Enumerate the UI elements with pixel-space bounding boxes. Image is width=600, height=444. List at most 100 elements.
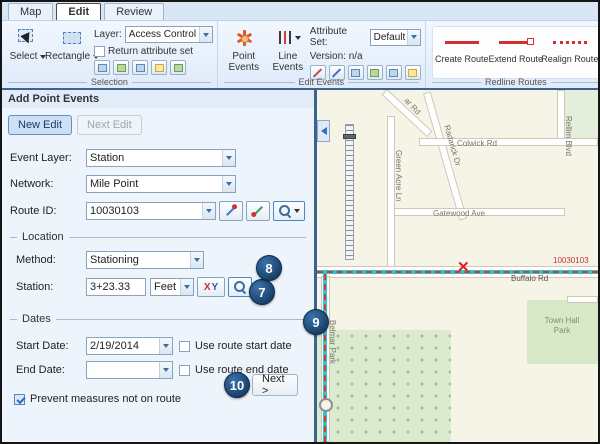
selection-toolbar-button[interactable] [113,60,129,75]
panel-title: Add Point Events [2,90,314,108]
edit-events-tool-icon [389,69,398,77]
edit-events-tool-icon [351,69,360,77]
route-id-combo[interactable]: 10030103 [86,202,216,220]
select-tool-button[interactable]: Select [6,24,50,75]
selection-toolbar-button[interactable] [170,60,186,75]
use-route-end-date-checkbox[interactable] [179,365,190,376]
street-label: Buffalo Rd [511,274,548,283]
layer-select-value: Access Control [129,29,199,40]
create-route-icon [445,30,479,54]
redline-group-label: Redline Routes [432,77,600,87]
street-label: Colwick Rd [457,139,497,148]
selection-group-label: Selection [8,77,211,87]
end-date-input[interactable] [87,362,159,378]
edit-events-tool-icon [370,69,379,77]
units-select[interactable]: Feet [150,278,194,296]
realign-route-button[interactable]: Realign Route [545,30,595,75]
event-layer-label: Event Layer: [10,152,86,164]
park-area [317,330,451,442]
rectangle-tool-button[interactable]: Rectangle [50,24,94,75]
method-label: Method: [16,254,86,266]
rectangle-tool-icon [59,25,85,51]
redline-route-overlay [324,274,326,442]
network-select[interactable]: Mile Point [86,175,236,193]
route-number-label: 10030103 [553,256,589,265]
callout-7: 7 [249,279,275,305]
use-route-start-date-label: Use route start date [195,340,292,352]
point-events-button[interactable]: Point Events [222,24,266,75]
park-label: Town Hall Park [531,316,593,336]
realign-route-label: Realign Route [541,54,598,64]
edit-events-tool-icon [332,68,341,77]
xy-y-label: Y [212,282,219,293]
zoom-slider-handle[interactable] [343,134,356,139]
dates-section-header: Dates [10,313,306,325]
xy-button[interactable]: XY [197,277,225,297]
event-layer-select[interactable]: Station [86,149,236,167]
line-events-icon [275,25,301,51]
ribbon-group-redline: Create Route Extend Route Realign Route … [425,21,600,88]
tab-edit[interactable]: Edit [56,3,101,20]
attribute-set-select[interactable]: Default [370,29,421,46]
start-date-label: Start Date: [16,340,86,352]
extend-route-button[interactable]: Extend Route [491,30,541,75]
chevron-down-icon[interactable] [180,279,193,295]
street-label: Rellim Blvd [564,116,573,156]
street-label: Green Acre Ln [394,150,403,202]
map-marker-circle [319,398,333,412]
tab-map[interactable]: Map [8,3,53,20]
locate-route-button[interactable] [246,201,270,221]
chevron-down-icon[interactable] [159,362,172,378]
chevron-down-icon [294,209,300,213]
select-tool-icon [15,25,41,51]
edit-events-tool-icon [408,69,417,77]
realign-route-icon [553,30,587,54]
selection-toolbar-button[interactable] [151,60,167,75]
layer-select[interactable]: Access Control [125,26,213,43]
chevron-down-icon[interactable] [190,252,203,268]
next-button[interactable]: Next > [252,374,298,396]
zoom-slider[interactable] [345,124,354,260]
next-edit-button[interactable]: Next Edit [77,115,142,135]
edit-events-group-label: Edit Events [224,77,419,87]
network-label: Network: [10,178,86,190]
layer-label: Layer: [94,29,122,40]
prevent-measures-checkbox[interactable] [14,394,25,405]
create-route-button[interactable]: Create Route [437,30,487,75]
line-events-button[interactable]: Line Events [266,24,310,75]
chevron-down-icon[interactable] [202,203,215,219]
tab-review[interactable]: Review [104,3,164,20]
end-date-label: End Date: [16,364,86,376]
chevron-down-icon[interactable] [199,27,212,42]
selection-toolbar-button[interactable] [94,60,110,75]
selection-tool-icon [117,64,126,72]
method-value: Stationing [90,254,190,266]
chevron-down-icon[interactable] [222,150,235,166]
ribbon-group-selection: Select Rectangle Layer: Access Control [2,21,217,88]
chevron-down-icon[interactable] [222,176,235,192]
route-id-label: Route ID: [10,205,86,217]
route-id-value: 10030103 [90,205,202,217]
ribbon-group-edit-events: Point Events Line Events Attribute Set: … [217,21,425,88]
selection-toolbar-button[interactable] [132,60,148,75]
map-canvas[interactable]: ✕ ar Rd Colwick Rd Rellim Blvd Radarick … [317,90,598,442]
attribute-set-label: Attribute Set: [310,26,367,48]
callout-8: 8 [256,255,282,281]
ribbon: Map Edit Review Select Rectangle [2,2,598,90]
callout-10: 10 [224,372,250,398]
chevron-down-icon [295,36,301,40]
ribbon-tab-strip: Map Edit Review [2,2,598,21]
use-route-start-date-checkbox[interactable] [179,341,190,352]
pick-route-on-map-button[interactable] [219,201,243,221]
method-select[interactable]: Stationing [86,251,204,269]
start-date-input[interactable] [87,338,159,354]
return-attribute-set-checkbox[interactable] [94,46,105,57]
new-edit-button[interactable]: New Edit [8,115,72,135]
panel-collapse-button[interactable] [317,120,330,142]
chevron-down-icon[interactable] [407,30,420,45]
chevron-down-icon[interactable] [159,338,172,354]
route-search-dropdown-button[interactable] [273,201,305,221]
start-date-picker[interactable] [86,337,173,355]
end-date-picker[interactable] [86,361,173,379]
station-input[interactable] [86,278,146,296]
